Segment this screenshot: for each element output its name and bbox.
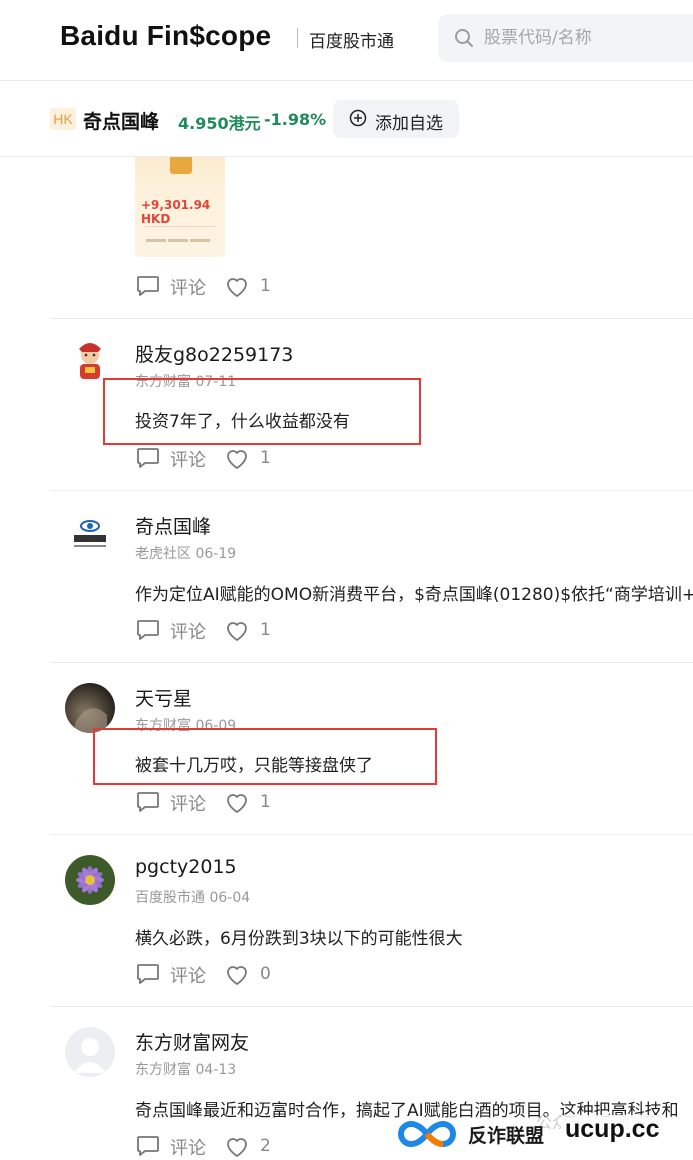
watermark-name: 反诈联盟 <box>468 1125 545 1147</box>
market-badge: HK <box>50 108 76 130</box>
post-divider <box>50 662 693 663</box>
top-header: Baidu Fin$cope 百度股市通 <box>0 0 693 81</box>
image-amount: +9,301.94 HKD <box>141 198 211 226</box>
stock-price: 4.950港元 <box>178 114 261 133</box>
like-count: 1 <box>260 792 271 812</box>
default-user-avatar-icon <box>74 1038 106 1073</box>
username[interactable]: pgcty2015 <box>135 856 237 878</box>
post-text[interactable]: 横久必跌，6月份跌到3块以下的可能性很大 <box>135 924 463 949</box>
like-count: 1 <box>260 276 271 296</box>
username[interactable]: 东方财富网友 <box>135 1028 249 1055</box>
comment-icon[interactable] <box>136 619 160 641</box>
comment-button-label[interactable]: 评论 <box>170 1134 206 1160</box>
heart-icon[interactable] <box>225 448 249 470</box>
user-avatar[interactable] <box>65 509 115 559</box>
comment-icon[interactable] <box>136 447 160 469</box>
heart-icon[interactable] <box>225 964 249 986</box>
post-divider <box>50 1006 693 1007</box>
comment-icon[interactable] <box>136 963 160 985</box>
post-divider <box>50 490 693 491</box>
comment-icon[interactable] <box>136 791 160 813</box>
site-subtitle[interactable]: 百度股市通 <box>309 27 394 52</box>
search-icon <box>455 29 473 47</box>
add-to-watchlist-button[interactable]: 添加自选 <box>333 100 459 138</box>
heart-icon[interactable] <box>225 792 249 814</box>
stock-change: -1.98% <box>264 110 327 129</box>
comment-icon[interactable] <box>136 275 160 297</box>
like-count: 1 <box>260 620 271 640</box>
username[interactable]: 奇点国峰 <box>135 512 211 539</box>
highlight-box <box>103 378 421 445</box>
site-logo[interactable]: Baidu Fin$cope <box>60 20 271 52</box>
comment-button-label[interactable]: 评论 <box>170 274 206 300</box>
highlight-box <box>93 728 437 785</box>
post-divider <box>50 318 693 319</box>
comment-icon[interactable] <box>136 1135 160 1157</box>
user-avatar[interactable] <box>65 855 115 905</box>
username[interactable]: 股友g8o2259173 <box>135 340 293 367</box>
heart-icon[interactable] <box>225 620 249 642</box>
heart-icon[interactable] <box>225 276 249 298</box>
comment-button-label[interactable]: 评论 <box>170 790 206 816</box>
image-stats <box>145 226 215 242</box>
post-text[interactable]: 作为定位AI赋能的OMO新消费平台，$奇点国峰(01280)$依托“商学培训+ <box>135 580 693 605</box>
like-count: 2 <box>260 1136 271 1156</box>
logo-divider <box>297 28 298 48</box>
plus-circle-icon <box>349 109 367 127</box>
post-source: 百度股市通 06-04 <box>135 890 251 906</box>
post-source: 东方财富 04-13 <box>135 1062 237 1078</box>
search-input[interactable] <box>484 14 684 62</box>
brand-logo-avatar-icon <box>74 520 106 547</box>
comment-button-label[interactable]: 评论 <box>170 618 206 644</box>
user-avatar[interactable] <box>65 683 115 733</box>
heart-icon[interactable] <box>225 1136 249 1158</box>
search-box[interactable] <box>438 14 693 62</box>
username[interactable]: 天亏星 <box>135 684 192 711</box>
user-avatar[interactable] <box>65 1027 115 1077</box>
watermark-domain: ucup.cc <box>561 1115 664 1144</box>
like-count: 1 <box>260 448 271 468</box>
watermark-logo-icon <box>398 1120 456 1148</box>
stock-name: 奇点国峰 <box>83 111 160 133</box>
add-to-watchlist-label: 添加自选 <box>375 114 443 134</box>
comment-button-label[interactable]: 评论 <box>170 962 206 988</box>
like-count: 0 <box>260 964 271 984</box>
comment-button-label[interactable]: 评论 <box>170 446 206 472</box>
dark-photo-avatar-icon <box>75 708 107 733</box>
post-divider <box>50 834 693 835</box>
flower-avatar-icon <box>76 866 104 894</box>
post-source: 老虎社区 06-19 <box>135 546 237 562</box>
